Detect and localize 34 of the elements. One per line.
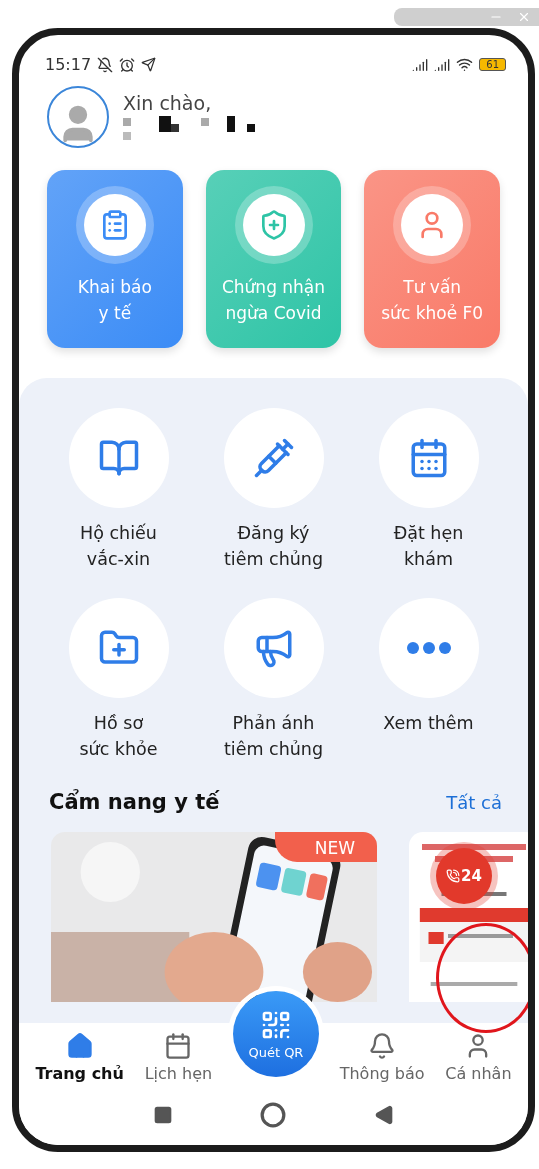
section-title: Cẩm nang y tế [49, 790, 220, 814]
send-icon [141, 57, 157, 72]
bell-off-icon [97, 56, 114, 73]
recents-icon[interactable] [152, 1105, 173, 1125]
status-time: 15:17 [45, 55, 92, 74]
new-badge: NEW [274, 832, 377, 862]
home-button-icon[interactable] [260, 1102, 287, 1128]
service-label: Phản ánh tiêm chủng [223, 712, 324, 761]
nav-tab[interactable]: Trang chủ [35, 1032, 124, 1083]
feature-card[interactable]: Khai báo y tế [47, 170, 183, 348]
phone-icon [446, 869, 461, 883]
nav-tab[interactable]: Thông báo [339, 1032, 425, 1083]
battery-level: 61 [479, 58, 506, 71]
nav-tab[interactable]: Cá nhân [445, 1032, 512, 1083]
wifi-icon [456, 56, 474, 73]
feature-card[interactable]: Tư vấn sức khoẻ F0 [364, 170, 500, 348]
service-label: Đăng ký tiêm chủng [223, 522, 324, 571]
alarm-icon [119, 56, 136, 73]
syringe-icon [252, 437, 295, 479]
service-label: Hồ sơ sức khỏe [79, 712, 158, 761]
signal-icon [412, 56, 429, 73]
service-label: Đặt hẹn khám [393, 522, 464, 571]
nav-tab[interactable]: Lịch hẹn [144, 1032, 213, 1083]
signal-icon [434, 56, 451, 73]
avatar[interactable] [47, 86, 109, 148]
home-icon [65, 1032, 94, 1060]
bell-icon [368, 1032, 397, 1060]
greeting-text: Xin chào, [123, 92, 213, 114]
service-label: Hộ chiếu vắc-xin [80, 522, 157, 571]
more-icon [406, 642, 451, 654]
back-icon[interactable] [374, 1105, 395, 1125]
service-label: Xem thêm [383, 712, 474, 735]
see-all-link[interactable]: Tất cả [446, 791, 502, 813]
calendar-icon [164, 1032, 193, 1060]
